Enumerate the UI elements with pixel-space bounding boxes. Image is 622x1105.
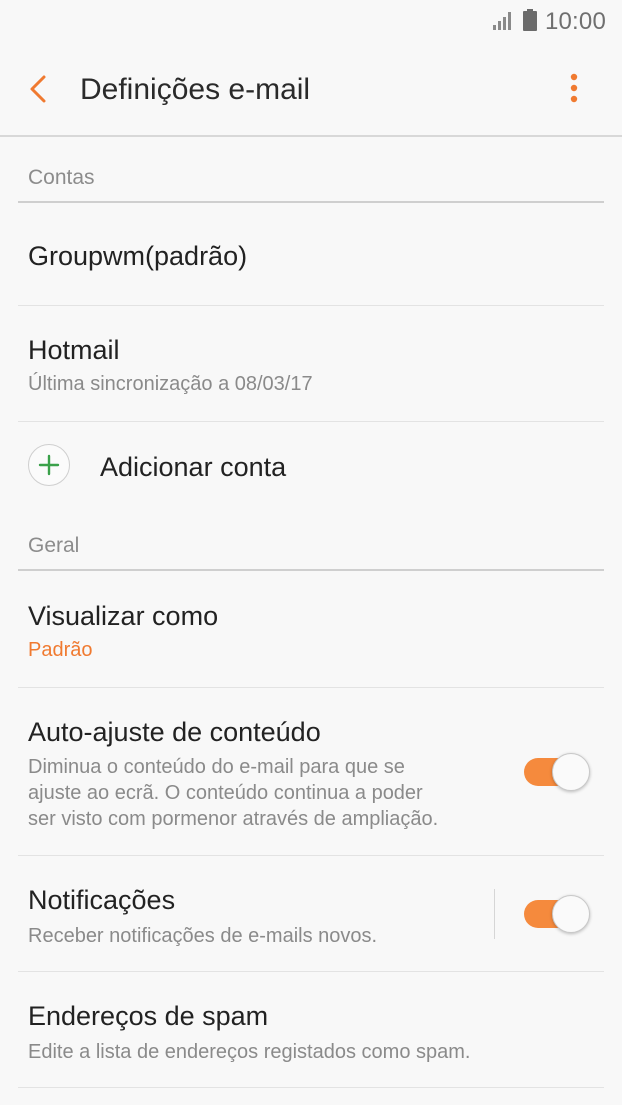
plus-icon	[28, 444, 70, 486]
spam-description: Edite a lista de endereços registados co…	[28, 1041, 471, 1063]
toggle-knob	[552, 753, 590, 791]
notifications-description: Receber notificações de e-mails novos.	[28, 925, 378, 947]
status-time: 10:00	[544, 8, 606, 35]
account-title: Groupwm(padrão)	[28, 241, 248, 271]
view-as-value: Padrão	[28, 639, 93, 661]
more-vert-icon	[570, 73, 578, 108]
status-bar: 10:00	[0, 0, 622, 46]
spam-addresses-setting[interactable]: Endereços de spam Edite a lista de ender…	[18, 972, 604, 1088]
back-arrow-icon	[28, 74, 48, 109]
notifications-setting[interactable]: Notificações Receber notificações de e-m…	[18, 856, 604, 972]
account-sync-status: Última sincronização a 08/03/17	[28, 373, 313, 395]
section-header-general: Geral	[18, 534, 604, 571]
back-button[interactable]	[20, 71, 56, 111]
add-account-button[interactable]: Adicionar conta	[18, 422, 604, 532]
auto-fit-description-line-1: Diminua o conteúdo do e-mail para que se	[28, 756, 405, 778]
notifications-toggle[interactable]	[524, 895, 590, 933]
add-account-label: Adicionar conta	[100, 452, 287, 482]
toggle-knob	[552, 895, 590, 933]
more-options-button[interactable]	[564, 72, 584, 108]
auto-fit-setting[interactable]: Auto-ajuste de conteúdo Diminua o conteú…	[18, 688, 604, 856]
battery-icon	[522, 8, 537, 36]
auto-fit-description-line-3: ser visto com pormenor através de amplia…	[28, 808, 439, 830]
section-header-accounts: Contas	[18, 166, 604, 203]
spam-title: Endereços de spam	[28, 1001, 269, 1031]
auto-fit-description-line-2: ajuste ao ecrã. O conteúdo continua a po…	[28, 782, 423, 804]
view-as-setting[interactable]: Visualizar como Padrão	[18, 571, 604, 688]
app-bar: Definições e-mail	[0, 46, 622, 137]
signal-icon	[492, 10, 515, 35]
notifications-title: Notificações	[28, 885, 176, 915]
view-as-title: Visualizar como	[28, 601, 219, 631]
account-title: Hotmail	[28, 335, 120, 365]
account-item-groupwm[interactable]: Groupwm(padrão)	[18, 203, 604, 306]
vertical-divider	[494, 889, 495, 939]
page-title: Definições e-mail	[80, 73, 311, 106]
account-item-hotmail[interactable]: Hotmail Última sincronização a 08/03/17	[18, 306, 604, 422]
status-icons: 10:00	[492, 8, 606, 36]
auto-fit-toggle[interactable]	[524, 753, 590, 791]
auto-fit-title: Auto-ajuste de conteúdo	[28, 717, 321, 747]
